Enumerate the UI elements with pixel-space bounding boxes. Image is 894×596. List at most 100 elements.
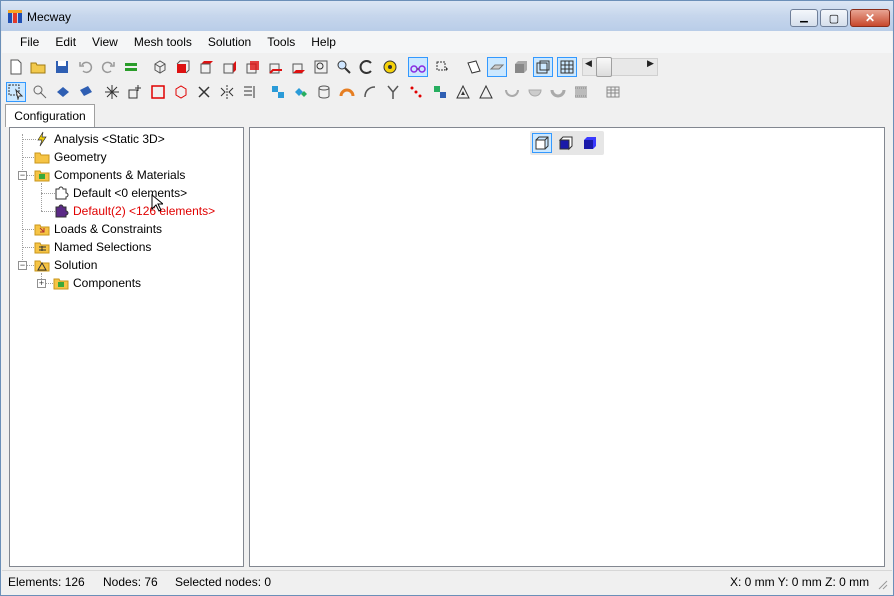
folder-icon: [34, 149, 50, 165]
triangle-fill-icon[interactable]: [453, 82, 473, 102]
tree-item-solution-components[interactable]: Components: [53, 274, 141, 292]
hex-icon[interactable]: [171, 82, 191, 102]
wireframe-view-icon[interactable]: [532, 133, 552, 153]
expander-components-materials[interactable]: −: [18, 171, 27, 180]
red-cube-top-icon[interactable]: [196, 57, 216, 77]
mecway-logo-icon: [7, 9, 23, 25]
maximize-button[interactable]: ▢: [820, 9, 848, 27]
table-icon[interactable]: [603, 82, 623, 102]
paper-icon[interactable]: [464, 57, 484, 77]
bowl2-icon[interactable]: [525, 82, 545, 102]
tree-line: [41, 183, 42, 211]
tree-item-loads-constraints[interactable]: Loads & Constraints: [34, 220, 162, 238]
minimize-button[interactable]: ▁: [790, 9, 818, 27]
tree-item-geometry[interactable]: Geometry: [34, 148, 107, 166]
select-element-icon[interactable]: [53, 82, 73, 102]
menu-edit[interactable]: Edit: [47, 32, 84, 52]
dots-icon[interactable]: [406, 82, 426, 102]
square-icon[interactable]: [148, 82, 168, 102]
model-viewport[interactable]: [249, 127, 885, 567]
expander-solution[interactable]: −: [18, 261, 27, 270]
menu-view[interactable]: View: [84, 32, 126, 52]
solid-view-icon[interactable]: [556, 133, 576, 153]
expander-solution-components[interactable]: +: [37, 279, 46, 288]
rotate-axis-icon[interactable]: [380, 57, 400, 77]
close-icon: ✕: [864, 11, 876, 25]
cylinder-icon[interactable]: [314, 82, 334, 102]
red-cube-left-icon[interactable]: [242, 57, 262, 77]
tree-item-default-component[interactable]: Default <0 elements>: [53, 184, 187, 202]
wireframe-cube-icon[interactable]: [150, 57, 170, 77]
rotate-icon[interactable]: [357, 57, 377, 77]
maximize-icon: ▢: [828, 12, 840, 25]
triangle-icon[interactable]: [476, 82, 496, 102]
bend-icon[interactable]: [337, 82, 357, 102]
configuration-tree: − − + Analysis <Static 3D> Geometry Comp…: [9, 127, 244, 567]
flat-shade-icon[interactable]: [487, 57, 507, 77]
solution-folder-icon: [34, 257, 50, 273]
select-dropdown-icon[interactable]: [432, 57, 452, 77]
tree-label: Components: [73, 276, 142, 290]
main-toolbar: ◀ ▶: [2, 54, 892, 80]
slider-left-arrow-icon[interactable]: ◀: [585, 58, 592, 69]
mirror-icon[interactable]: [217, 82, 237, 102]
tab-configuration[interactable]: Configuration: [5, 104, 95, 127]
node-add-icon[interactable]: [125, 82, 145, 102]
puzzle-purple-icon: [53, 203, 69, 219]
status-coordinates: X: 0 mm Y: 0 mm Z: 0 mm: [730, 575, 870, 589]
new-file-icon[interactable]: [6, 57, 26, 77]
selection-folder-icon: [34, 239, 50, 255]
tree-label: Analysis <Static 3D>: [54, 132, 165, 146]
menu-file[interactable]: File: [12, 32, 47, 52]
redo-icon[interactable]: [98, 57, 118, 77]
menu-solution[interactable]: Solution: [200, 32, 259, 52]
equals-icon[interactable]: [121, 57, 141, 77]
move-nodes-icon[interactable]: [268, 82, 288, 102]
resize-grip-icon[interactable]: [876, 578, 888, 590]
tree-label: Named Selections: [54, 240, 152, 254]
red-cube-back-icon[interactable]: [265, 57, 285, 77]
close-button[interactable]: ✕: [850, 9, 890, 27]
open-folder-icon[interactable]: [28, 57, 48, 77]
zoom-icon[interactable]: [334, 57, 354, 77]
tree-item-analysis[interactable]: Analysis <Static 3D>: [34, 130, 165, 148]
solid-shade-icon[interactable]: [510, 57, 530, 77]
undo-icon[interactable]: [76, 57, 96, 77]
menu-help[interactable]: Help: [303, 32, 344, 52]
zoom-box-icon[interactable]: [311, 57, 331, 77]
tree-label: Default(2) <126 elements>: [73, 204, 216, 218]
tree-label: Solution: [54, 258, 98, 272]
shaded-view-icon[interactable]: [580, 133, 600, 153]
slider-right-arrow-icon[interactable]: ▶: [647, 58, 654, 69]
red-cube-right-icon[interactable]: [219, 57, 239, 77]
menu-mesh-tools[interactable]: Mesh tools: [126, 32, 200, 52]
copy-nodes-icon[interactable]: [291, 82, 311, 102]
select-face-icon[interactable]: [76, 82, 96, 102]
glasses-icon[interactable]: [408, 57, 428, 77]
bowl-icon[interactable]: [502, 82, 522, 102]
arc-icon[interactable]: [360, 82, 380, 102]
wire-box-icon[interactable]: [533, 57, 553, 77]
tree-item-named-selections[interactable]: Named Selections: [34, 238, 151, 256]
select-node-icon[interactable]: [30, 82, 50, 102]
mesh-box-icon[interactable]: [557, 57, 577, 77]
contour-icon[interactable]: [430, 82, 450, 102]
bowl3-icon[interactable]: [548, 82, 568, 102]
fork-icon[interactable]: [383, 82, 403, 102]
asterisk-icon[interactable]: [102, 82, 122, 102]
tree-item-default2-component[interactable]: Default(2) <126 elements>: [53, 202, 215, 220]
cross-icon[interactable]: [194, 82, 214, 102]
loads-folder-icon: [34, 221, 50, 237]
menu-tools[interactable]: Tools: [259, 32, 303, 52]
tree-label: Components & Materials: [54, 168, 186, 182]
save-icon[interactable]: [52, 57, 72, 77]
select-arrow-icon[interactable]: [6, 82, 26, 102]
film-icon[interactable]: [571, 82, 591, 102]
red-cube-bottom-icon[interactable]: [288, 57, 308, 77]
red-cube-front-icon[interactable]: [172, 57, 192, 77]
tree-item-components-materials[interactable]: Components & Materials: [34, 166, 185, 184]
slider-thumb[interactable]: [596, 57, 612, 77]
tree-item-solution[interactable]: Solution: [34, 256, 97, 274]
align-icon[interactable]: [240, 82, 260, 102]
status-nodes: Nodes: 76: [103, 575, 158, 589]
